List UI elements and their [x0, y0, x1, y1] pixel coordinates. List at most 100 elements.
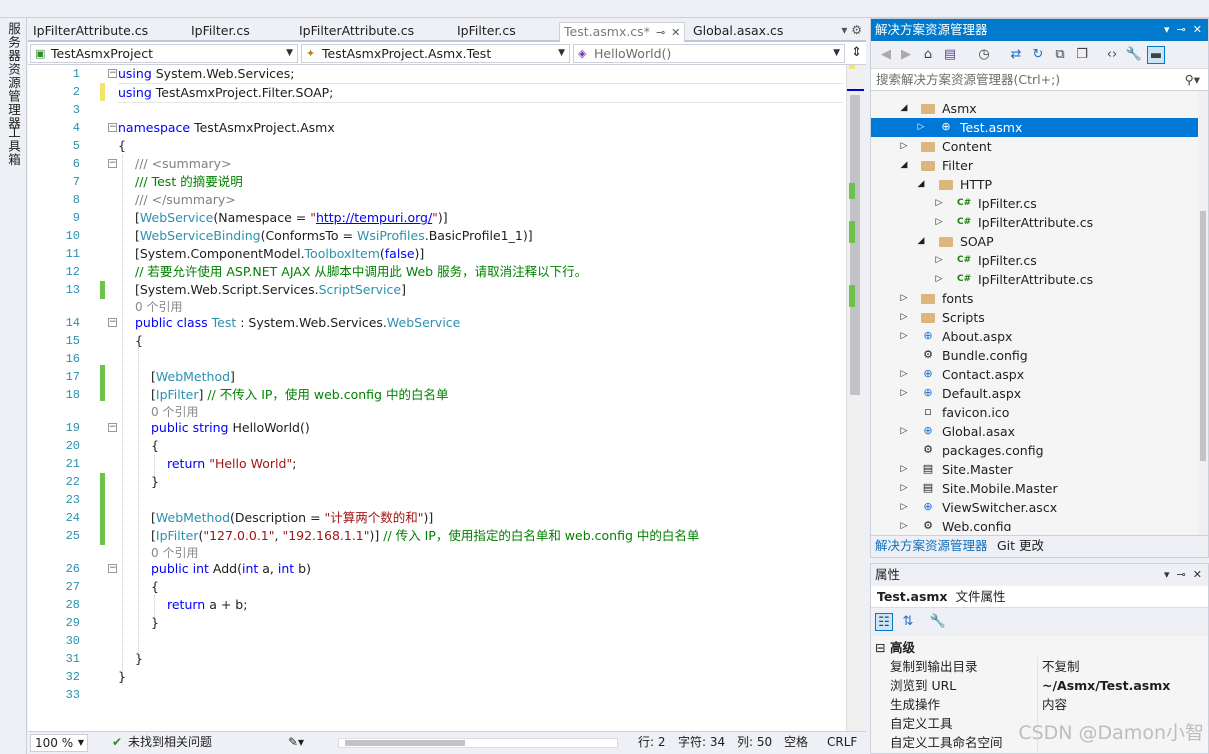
home-icon[interactable]: ⌂ — [919, 46, 937, 64]
tree-node-global-asax[interactable]: ▷ ⊕ Global.asax — [871, 422, 1200, 441]
collapse-toggle[interactable]: − — [108, 69, 117, 78]
code-view-icon[interactable]: ‹› — [1103, 46, 1121, 64]
collapsed-icon[interactable]: ▷ — [899, 479, 909, 498]
show-all-files-icon[interactable]: ❐ — [1073, 46, 1091, 64]
tree-node-viewswitcher[interactable]: ▷ ⊕ ViewSwitcher.ascx — [871, 498, 1200, 517]
collapse-all-icon[interactable]: ⧉ — [1051, 46, 1069, 64]
collapsed-icon[interactable]: ▷ — [899, 289, 909, 308]
property-value[interactable]: ~/Asmx/Test.asmx — [1042, 676, 1170, 695]
tree-node-bundle-config[interactable]: ⚙ Bundle.config — [871, 346, 1200, 365]
refresh-icon[interactable]: ↻ — [1029, 46, 1047, 64]
collapsed-icon[interactable]: ▷ — [899, 365, 909, 384]
chevron-down-icon[interactable]: ▾ — [841, 23, 847, 37]
solution-search-input[interactable]: 搜索解决方案资源管理器(Ctrl+;) ⚲▾ — [871, 69, 1208, 91]
property-row[interactable]: 浏览到 URL ~/Asmx/Test.asmx — [871, 676, 1208, 695]
close-icon[interactable]: ✕ — [671, 26, 680, 39]
collapsed-icon[interactable]: ▷ — [934, 251, 944, 270]
tab-overflow-controls[interactable]: ▾ ⚙ — [841, 23, 862, 37]
tree-node-http-ipfilter[interactable]: ▷ C# IpFilter.cs — [871, 194, 1200, 213]
tree-node-site-master[interactable]: ▷ ▤ Site.Master — [871, 460, 1200, 479]
indent-mode[interactable]: 空格 — [784, 732, 808, 753]
tab-ipfilter-soap[interactable]: IpFilter.cs — [457, 22, 516, 42]
panel-controls[interactable]: ▾ ⊸ ✕ — [1164, 564, 1202, 586]
member-dropdown[interactable]: ◈ HelloWorld() ▼ — [573, 44, 845, 63]
pending-changes-icon[interactable]: ◷ — [975, 46, 993, 64]
tree-node-soap-ipfilter[interactable]: ▷ C# IpFilter.cs — [871, 251, 1200, 270]
search-icon[interactable]: ⚲▾ — [1185, 69, 1200, 91]
tree-node-site-mobile-master[interactable]: ▷ ▤ Site.Mobile.Master — [871, 479, 1200, 498]
code-editor[interactable]: 123 4 5 6 7 8 9 10 11 12 13 14 15 16 17 18 19 20 21 22 23… — [28, 65, 846, 731]
tab-ipfilterattribute-http[interactable]: IpFilterAttribute.cs — [33, 22, 148, 42]
tree-node-scripts[interactable]: ▷ Scripts — [871, 308, 1200, 327]
collapsed-icon[interactable]: ▷ — [934, 194, 944, 213]
property-value[interactable]: 不复制 — [1042, 657, 1080, 676]
tree-node-asmx[interactable]: ◢ Asmx — [871, 99, 1200, 118]
zoom-dropdown[interactable]: 100 % ▼ — [30, 734, 88, 752]
collapse-toggle[interactable]: − — [108, 564, 117, 573]
collapsed-icon[interactable]: ▷ — [899, 327, 909, 346]
solution-scrollbar[interactable] — [1198, 91, 1208, 535]
back-icon[interactable]: ◀ — [877, 46, 895, 64]
switch-views-icon[interactable]: ▤ — [941, 46, 959, 64]
collapse-toggle[interactable]: − — [108, 423, 117, 432]
tab-ipfilterattribute-soap[interactable]: IpFilterAttribute.cs — [299, 22, 414, 42]
server-explorer-tab[interactable]: 服务器资源管理器 — [4, 22, 23, 130]
panel-controls[interactable]: ▾ ⊸ ✕ — [1164, 19, 1202, 41]
gear-icon[interactable]: ⚙ — [851, 23, 862, 37]
collapsed-icon[interactable]: ▷ — [899, 517, 909, 531]
property-row[interactable]: 生成操作 内容 — [871, 695, 1208, 714]
property-row[interactable]: 复制到输出目录 不复制 — [871, 657, 1208, 676]
toolbox-tab[interactable]: 工具箱 — [4, 126, 23, 167]
tree-node-http-ipfilterattribute[interactable]: ▷ C# IpFilterAttribute.cs — [871, 213, 1200, 232]
collapse-icon[interactable]: ⊟ — [875, 638, 885, 657]
scroll-thumb[interactable] — [850, 95, 860, 395]
properties-object-selector[interactable]: Test.asmx 文件属性 — [871, 586, 1208, 608]
collapsed-icon[interactable]: ▷ — [899, 498, 909, 517]
issues-status[interactable]: 未找到相关问题 — [128, 732, 212, 753]
categorized-icon[interactable]: ☷ — [875, 613, 893, 631]
wrench-icon[interactable]: 🔧 — [1125, 46, 1143, 64]
collapsed-icon[interactable]: ▷ — [899, 137, 909, 156]
tree-node-content[interactable]: ▷ Content — [871, 137, 1200, 156]
horizontal-scrollbar[interactable] — [338, 738, 618, 748]
expanded-icon[interactable]: ◢ — [899, 156, 909, 175]
property-pages-icon[interactable]: 🔧 — [929, 613, 947, 631]
collapsed-icon[interactable]: ▷ — [899, 460, 909, 479]
scroll-thumb[interactable] — [1200, 211, 1206, 461]
expanded-icon[interactable]: ◢ — [916, 175, 926, 194]
tree-node-soap-ipfilterattribute[interactable]: ▷ C# IpFilterAttribute.cs — [871, 270, 1200, 289]
collapse-toggle[interactable]: − — [108, 159, 117, 168]
collapsed-icon[interactable]: ▷ — [934, 213, 944, 232]
preview-toggle-icon[interactable]: ▬ — [1147, 46, 1165, 64]
tab-test-asmx-cs[interactable]: Test.asmx.cs* ⊸ ✕ — [559, 22, 686, 42]
tab-ipfilter-http[interactable]: IpFilter.cs — [191, 22, 250, 42]
tree-node-default[interactable]: ▷ ⊕ Default.aspx — [871, 384, 1200, 403]
tab-git-changes[interactable]: Git 更改 — [997, 536, 1044, 556]
collapsed-icon[interactable]: ▷ — [899, 384, 909, 403]
collapsed-icon[interactable]: ▷ — [899, 422, 909, 441]
brush-icon[interactable]: ✎▾ — [288, 732, 304, 753]
expanded-icon[interactable]: ◢ — [916, 232, 926, 251]
property-category[interactable]: ⊟ 高级 — [871, 638, 1208, 657]
editor-vertical-scrollbar[interactable] — [846, 65, 864, 731]
forward-icon[interactable]: ▶ — [897, 46, 915, 64]
tree-node-http[interactable]: ◢ HTTP — [871, 175, 1200, 194]
url-link[interactable]: http://tempuri.org/ — [316, 210, 432, 225]
sync-icon[interactable]: ⇄ — [1007, 46, 1025, 64]
pin-icon[interactable]: ⊸ — [656, 26, 665, 39]
collapsed-icon[interactable]: ▷ — [934, 270, 944, 289]
tab-global-asax-cs[interactable]: Global.asax.cs — [693, 22, 783, 42]
split-editor-icon[interactable]: ⇕ — [851, 45, 862, 60]
tree-node-test-asmx[interactable]: ▷ ⊕ Test.asmx — [871, 118, 1200, 137]
tree-node-soap[interactable]: ◢ SOAP — [871, 232, 1200, 251]
alphabetical-icon[interactable]: ⇅ — [899, 613, 917, 631]
tab-solution-explorer[interactable]: 解决方案资源管理器 — [875, 536, 988, 556]
tree-node-packages-config[interactable]: ⚙ packages.config — [871, 441, 1200, 460]
scroll-thumb[interactable] — [345, 740, 465, 746]
tree-node-favicon[interactable]: ▫ favicon.ico — [871, 403, 1200, 422]
project-dropdown[interactable]: ▣ TestAsmxProject ▼ — [30, 44, 298, 63]
collapse-toggle[interactable]: − — [108, 123, 117, 132]
class-dropdown[interactable]: ✦ TestAsmxProject.Asmx.Test ▼ — [301, 44, 570, 63]
collapse-toggle[interactable]: − — [108, 318, 117, 327]
tree-node-about[interactable]: ▷ ⊕ About.aspx — [871, 327, 1200, 346]
